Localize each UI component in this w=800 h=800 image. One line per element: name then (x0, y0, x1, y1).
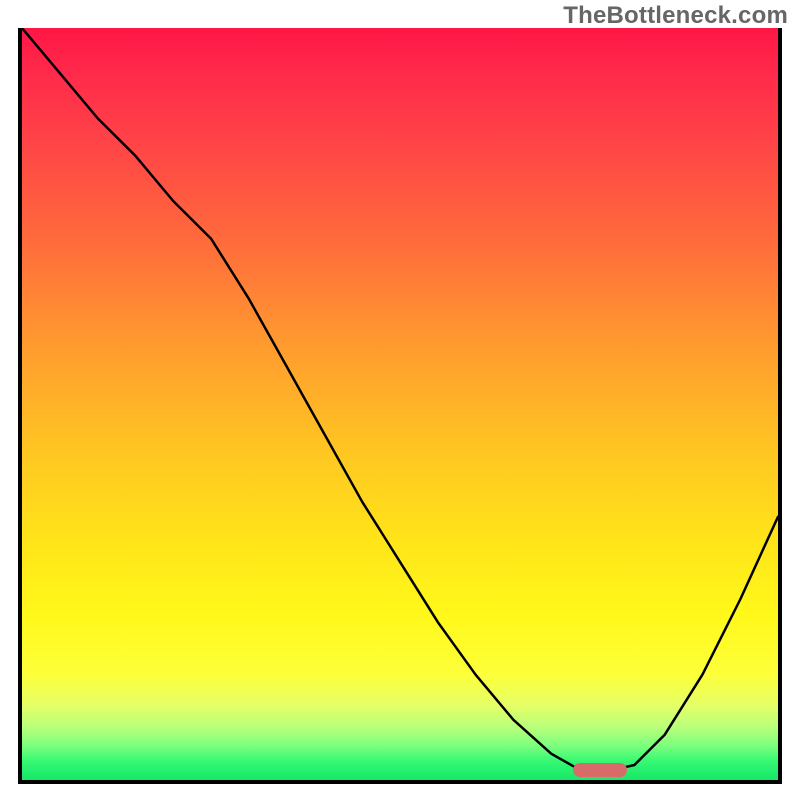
min-marker (573, 763, 627, 777)
watermark-text: TheBottleneck.com (563, 2, 788, 30)
bottleneck-curve (22, 28, 778, 780)
plot-area (18, 28, 782, 784)
chart-frame: TheBottleneck.com (0, 0, 800, 800)
